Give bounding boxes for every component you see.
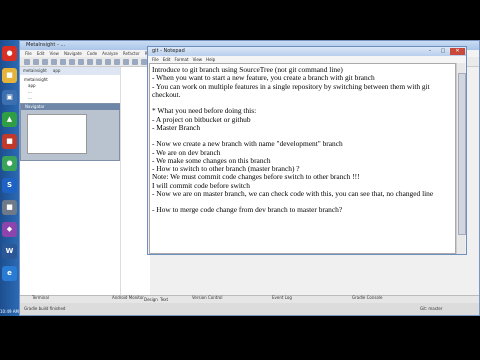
- ide-menu-navigate[interactable]: Navigate: [64, 50, 82, 57]
- misc-app-2-icon[interactable]: ◆: [2, 222, 17, 237]
- explorer-icon[interactable]: e: [2, 266, 17, 281]
- status-git[interactable]: Git: master: [420, 306, 443, 311]
- ide-menu-file[interactable]: File: [25, 50, 32, 57]
- toolbar-button-icon[interactable]: [105, 59, 111, 65]
- notepad-scrollbar[interactable]: [456, 63, 466, 254]
- word-icon[interactable]: W: [2, 244, 17, 259]
- ide-menu-edit[interactable]: Edit: [37, 50, 45, 57]
- notepad-text-area[interactable]: Introduce to git branch using SourceTree…: [149, 63, 456, 254]
- toolbar-button-icon[interactable]: [78, 59, 84, 65]
- tool-window-gradle-console[interactable]: Gradle Console: [352, 295, 382, 300]
- text-line: checkout.: [152, 89, 181, 99]
- tree-item[interactable]: ...: [28, 95, 32, 100]
- toolbar-button-icon[interactable]: [24, 59, 30, 65]
- editor-area[interactable]: [120, 67, 150, 295]
- project-tabs: metainsight app: [20, 67, 120, 75]
- project-tree: metainsight app......: [20, 75, 120, 103]
- text-line: - You can work on multiple features in a…: [152, 81, 430, 91]
- notepad-title-bar[interactable]: git - Notepad – □ ✕: [148, 47, 466, 56]
- red-app-icon[interactable]: ■: [2, 134, 17, 149]
- notepad-menu-bar: File Edit Format View Help: [148, 56, 466, 63]
- navigator-title: Navigator: [21, 104, 123, 110]
- navigator-thumbnail[interactable]: [27, 114, 87, 154]
- project-tab[interactable]: app: [50, 67, 64, 75]
- ide-menu-code[interactable]: Code: [87, 50, 97, 57]
- notepad-menu-format[interactable]: Format: [174, 56, 188, 63]
- tool-window-event-log[interactable]: Event Log: [272, 295, 292, 300]
- tree-item[interactable]: metainsight: [24, 77, 48, 82]
- bottom-tabs: Design Text: [20, 295, 479, 303]
- close-button[interactable]: ✕: [450, 48, 465, 55]
- tree-item[interactable]: ...: [28, 89, 32, 94]
- navigator-panel: Navigator: [20, 103, 123, 161]
- notepad-menu-file[interactable]: File: [152, 56, 159, 63]
- tool-window-android-monitor[interactable]: Android Monitor: [112, 295, 144, 300]
- toolbar-button-icon[interactable]: [69, 59, 75, 65]
- ide-menu-view[interactable]: View: [49, 50, 59, 57]
- notepad-menu-help[interactable]: Help: [206, 56, 215, 63]
- tool-window-version-control[interactable]: Version Control: [192, 295, 222, 300]
- text-line: - Now we are on master branch, we can ch…: [152, 188, 434, 198]
- tool-window-terminal[interactable]: Terminal: [32, 295, 49, 300]
- clock[interactable]: 10:49 AM: [0, 309, 19, 314]
- toolbar-button-icon[interactable]: [132, 59, 138, 65]
- maximize-button[interactable]: □: [437, 48, 449, 55]
- notepad-window: git - Notepad – □ ✕ File Edit Format View He…: [147, 46, 467, 255]
- folder-icon[interactable]: ■: [2, 68, 17, 83]
- ide-menu-analyze[interactable]: Analyze: [102, 50, 118, 57]
- notepad-title: git - Notepad: [152, 48, 185, 54]
- toolbar-button-icon[interactable]: [123, 59, 129, 65]
- taskbar: ● ■ ▣ ▲ ■ ● S ■ ◆ We 10:49 AM: [0, 40, 19, 316]
- toolbar-button-icon[interactable]: [51, 59, 57, 65]
- scrollbar-thumb[interactable]: [458, 73, 466, 235]
- toolbar-button-icon[interactable]: [42, 59, 48, 65]
- toolbar-button-icon[interactable]: [96, 59, 102, 65]
- tree-item[interactable]: app: [28, 83, 36, 88]
- chrome-icon[interactable]: ●: [2, 46, 17, 61]
- green-app-2-icon[interactable]: ●: [2, 156, 17, 171]
- notepad-menu-view[interactable]: View: [193, 56, 203, 63]
- minimize-button[interactable]: –: [424, 48, 436, 55]
- app-icon[interactable]: ▣: [2, 90, 17, 105]
- status-text: Gradle build finished: [24, 306, 66, 311]
- notepad-menu-edit[interactable]: Edit: [163, 56, 171, 63]
- project-tab[interactable]: metainsight: [20, 67, 50, 75]
- blue-app-icon[interactable]: S: [2, 178, 17, 193]
- green-app-icon[interactable]: ▲: [2, 112, 17, 127]
- ide-menu-refactor[interactable]: Refactor: [123, 50, 140, 57]
- ide-title: MetaInsight - ...: [26, 42, 66, 48]
- text-line: - Master Branch: [152, 122, 201, 132]
- side-panel: [20, 161, 120, 295]
- toolbar-button-icon[interactable]: [60, 59, 66, 65]
- misc-app-icon[interactable]: ■: [2, 200, 17, 215]
- status-bar: Gradle build finished Git: master Termin…: [20, 295, 479, 315]
- toolbar-button-icon[interactable]: [33, 59, 39, 65]
- text-line: - How to merge code change from dev bran…: [152, 205, 343, 215]
- toolbar-button-icon[interactable]: [114, 59, 120, 65]
- toolbar-button-icon[interactable]: [87, 59, 93, 65]
